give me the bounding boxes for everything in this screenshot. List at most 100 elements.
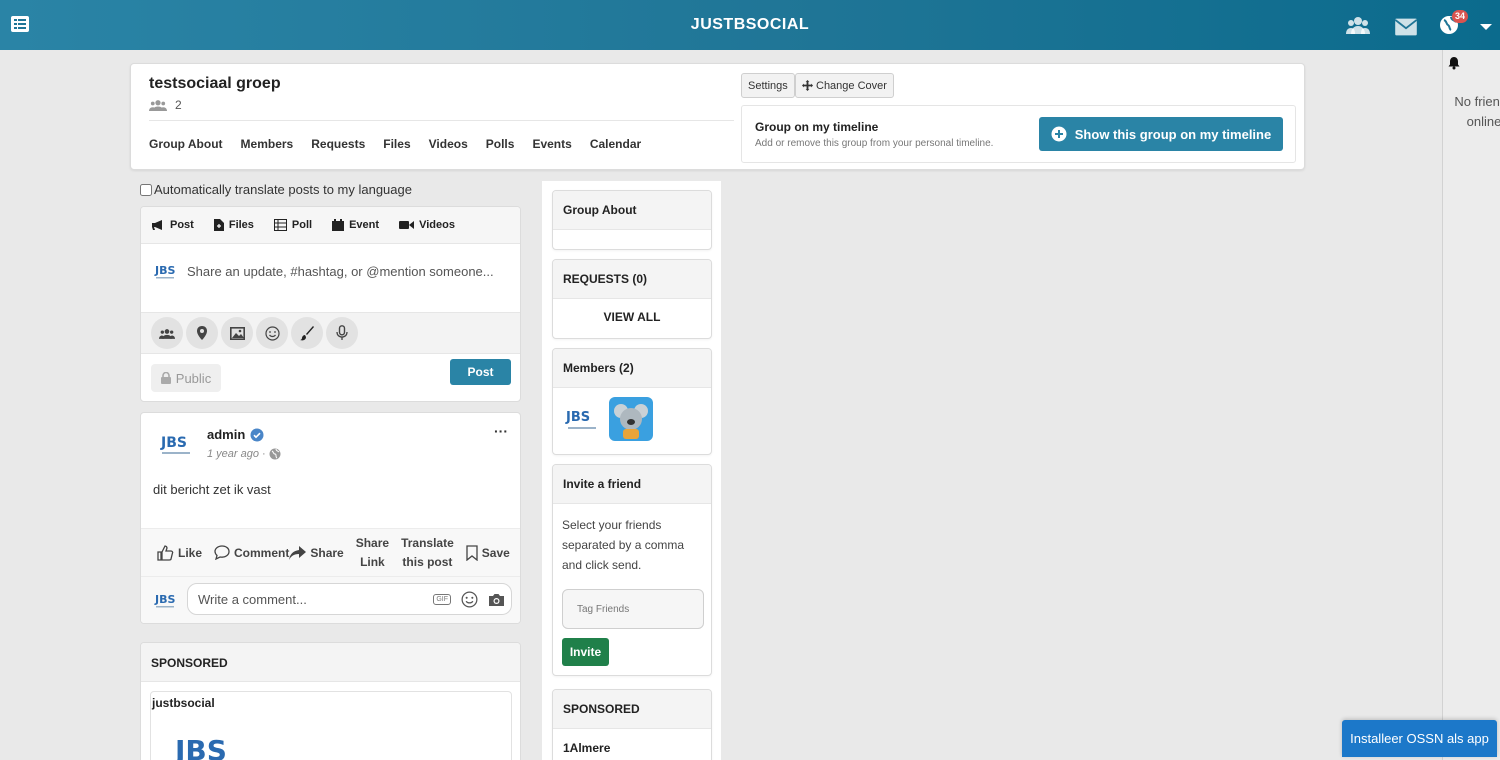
post-actions: Like Comment Share Share Link Translate … (141, 528, 520, 576)
view-all-link[interactable]: VIEW ALL (553, 299, 711, 324)
post-button[interactable]: Post (450, 359, 511, 385)
invite-box: Invite a friend Select your friends sepa… (552, 464, 712, 676)
show-on-timeline-button[interactable]: Show this group on my timeline (1039, 117, 1283, 151)
users-icon (149, 100, 167, 111)
composer-input[interactable]: JBS Share an update, #hashtag, or @menti… (153, 259, 494, 283)
post-time: 1 year ago · (207, 448, 281, 460)
members-box: Members (2) JBS (552, 348, 712, 455)
like-button[interactable]: Like (157, 544, 203, 561)
composer-tools (141, 312, 520, 354)
tab-calendar[interactable]: Calendar (590, 137, 641, 151)
composer-tab-files-label: Files (228, 219, 254, 231)
composer-tab-post[interactable]: Post (151, 219, 194, 231)
sponsored-heading: SPONSORED (553, 690, 711, 729)
translate-post-label-2: this post (402, 555, 453, 569)
brand-title[interactable]: JUSTBSOCIAL (0, 16, 1500, 34)
share-link-button[interactable]: Share Link (356, 534, 389, 571)
comment-placeholder: Write a comment... (198, 591, 307, 607)
member-avatar[interactable] (609, 397, 653, 441)
sponsored-logo: JBS (173, 734, 227, 760)
change-cover-button[interactable]: Change Cover (795, 73, 894, 98)
composer-tab-event[interactable]: Event (332, 219, 379, 231)
megaphone-icon (152, 220, 162, 230)
share-link-label-2: Link (360, 555, 385, 569)
tag-friends-input[interactable]: Tag Friends (562, 589, 704, 629)
install-app-button[interactable]: Installeer OSSN als app (1342, 720, 1497, 757)
file-icon (213, 219, 224, 231)
notifications-globe[interactable]: 34 (1438, 10, 1469, 36)
composer-tab-videos-label: Videos (419, 219, 455, 231)
tab-requests[interactable]: Requests (311, 137, 365, 151)
globe-icon (269, 448, 281, 460)
composer-tab-videos[interactable]: Videos (399, 219, 455, 231)
members-heading: Members (2) (553, 349, 711, 388)
emoji-button[interactable] (256, 317, 288, 349)
gif-icon[interactable]: GIF (433, 594, 451, 605)
top-bar: JUSTBSOCIAL 34 (0, 0, 1500, 50)
comment-tools: GIF (433, 591, 505, 608)
photo-button[interactable] (221, 317, 253, 349)
share-button[interactable]: Share (289, 545, 344, 560)
location-button[interactable] (186, 317, 218, 349)
users-icon (159, 328, 175, 339)
no-friends-text: No friends online (1454, 94, 1500, 129)
author-avatar[interactable]: JBS (159, 427, 193, 461)
save-button[interactable]: Save (466, 544, 510, 561)
bell-icon[interactable] (1447, 56, 1461, 70)
invite-button[interactable]: Invite (562, 638, 609, 666)
video-icon (399, 221, 415, 229)
translate-checkbox[interactable] (140, 183, 152, 196)
tab-members[interactable]: Members (241, 137, 294, 151)
tab-files[interactable]: Files (383, 137, 410, 151)
comment-button[interactable]: Comment (214, 545, 289, 560)
tab-polls[interactable]: Polls (486, 137, 515, 151)
smile-icon[interactable] (461, 591, 478, 608)
post-author: admin (207, 427, 264, 442)
audio-button[interactable] (326, 317, 358, 349)
group-title: testsociaal groep (149, 75, 281, 92)
member-count: 2 (175, 98, 182, 112)
post-author-name[interactable]: admin (207, 427, 245, 442)
brush-icon (299, 325, 314, 340)
menu-icon[interactable] (10, 14, 30, 34)
tag-friends-button[interactable] (151, 317, 183, 349)
right-sidebar: No friends online (1442, 50, 1500, 760)
composer-placeholder: Share an update, #hashtag, or @mention s… (187, 263, 494, 279)
translate-label[interactable]: Automatically translate posts to my lang… (154, 182, 412, 197)
translate-row: Automatically translate posts to my lang… (140, 182, 412, 197)
camera-icon[interactable] (488, 593, 505, 607)
draw-button[interactable] (291, 317, 323, 349)
move-icon (802, 80, 813, 91)
sponsored-name[interactable]: justbsocial (152, 696, 215, 710)
save-label: Save (481, 545, 510, 560)
privacy-selector[interactable]: Public (151, 364, 221, 392)
change-cover-label: Change Cover (816, 79, 887, 92)
composer-tab-poll[interactable]: Poll (273, 219, 313, 231)
svg-text:JBS: JBS (160, 435, 187, 451)
comment-icon (214, 545, 230, 560)
group-member-count: 2 (149, 98, 182, 112)
member-avatar[interactable]: JBS (565, 397, 599, 441)
like-label: Like (178, 545, 203, 560)
composer-tab-poll-label: Poll (291, 219, 313, 231)
verified-icon (250, 428, 264, 441)
post-card: JBS admin 1 year ago · ··· dit bericht z… (140, 412, 521, 624)
timeline-title: Group on my timeline (755, 120, 879, 134)
sponsored-item[interactable]: 1Almere (553, 729, 711, 760)
sponsored-item[interactable]: justbsocial JBS (150, 691, 512, 760)
comment-input[interactable]: Write a comment... GIF (187, 583, 512, 615)
messages-icon[interactable] (1394, 16, 1418, 38)
tab-group-about[interactable]: Group About (149, 137, 223, 151)
tab-events[interactable]: Events (532, 137, 571, 151)
caret-down-icon[interactable] (1479, 22, 1493, 32)
share-icon (289, 545, 307, 560)
composer-tab-files[interactable]: Files (213, 219, 254, 231)
post-time-text: 1 year ago (207, 448, 259, 460)
member-avatars: JBS (553, 388, 711, 450)
translate-post-button[interactable]: Translate this post (401, 534, 454, 571)
friends-icon[interactable] (1346, 14, 1370, 36)
tab-videos[interactable]: Videos (429, 137, 468, 151)
more-options-icon[interactable]: ··· (494, 423, 508, 439)
invite-instructions: Select your friends separated by a comma… (562, 518, 685, 572)
settings-button[interactable]: Settings (741, 73, 795, 98)
